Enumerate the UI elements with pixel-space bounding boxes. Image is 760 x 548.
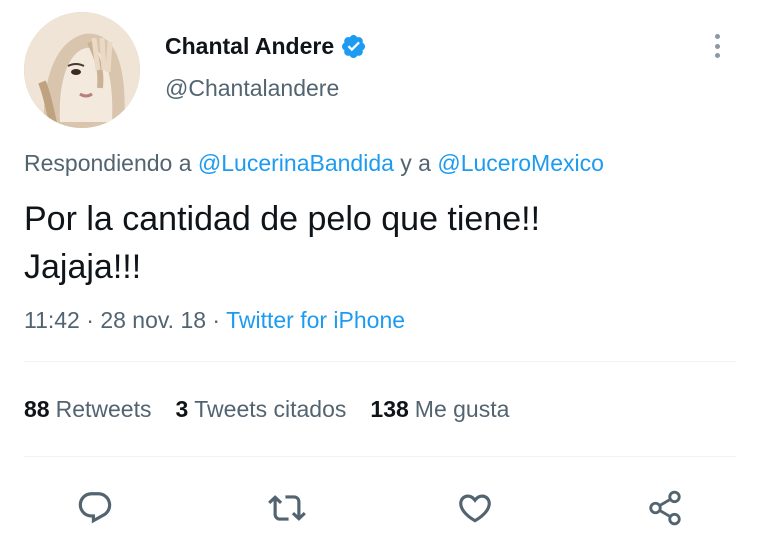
retweet-button[interactable]: [267, 488, 307, 528]
like-button[interactable]: [455, 488, 495, 528]
likes-count: 138: [370, 396, 409, 422]
meta-separator: ·: [212, 307, 221, 333]
user-handle[interactable]: @Chantalandere: [165, 75, 339, 102]
share-icon: [649, 490, 681, 526]
tweet-card: Chantal Andere @Chantalandere Respondien…: [0, 0, 760, 548]
likes-label: Me gusta: [414, 396, 510, 422]
quotes-count: 3: [175, 396, 189, 422]
engagement-stats: 88 Retweets 3 Tweets citados 138 Me gusta: [24, 396, 533, 423]
divider: [24, 361, 736, 362]
reply-button[interactable]: [75, 488, 115, 528]
verified-badge-icon: [340, 33, 367, 60]
tweet-metadata: 11:42 · 28 nov. 18 · Twitter for iPhone: [24, 307, 405, 334]
meta-separator: ·: [86, 307, 94, 333]
tweet-text-line-1: Por la cantidad de pelo que tiene!!: [24, 200, 541, 238]
tweet-text-line-2: Jajaja!!!: [24, 248, 142, 286]
replying-to-line: Respondiendo a @LucerinaBandida y a @Luc…: [24, 150, 604, 177]
retweets-count: 88: [24, 396, 50, 422]
likes-stat[interactable]: 138 Me gusta: [370, 396, 509, 423]
heart-icon: [459, 494, 491, 523]
replying-to-prefix: Respondiendo a: [24, 150, 192, 176]
more-options-icon[interactable]: [705, 30, 729, 62]
retweets-label: Retweets: [55, 396, 152, 422]
avatar[interactable]: [24, 12, 140, 128]
tweet-source-link[interactable]: Twitter for iPhone: [226, 307, 405, 333]
mention-link-2[interactable]: @LuceroMexico: [437, 150, 604, 176]
tweet-time[interactable]: 11:42: [24, 307, 80, 333]
display-name[interactable]: Chantal Andere: [165, 33, 367, 60]
share-button[interactable]: [645, 488, 685, 528]
quote-tweets-stat[interactable]: 3 Tweets citados: [175, 396, 346, 423]
replying-to-joiner: y a: [400, 150, 431, 176]
reply-icon: [78, 492, 112, 524]
tweet-date[interactable]: 28 nov. 18: [100, 307, 206, 333]
retweets-stat[interactable]: 88 Retweets: [24, 396, 151, 423]
mention-link-1[interactable]: @LucerinaBandida: [198, 150, 394, 176]
quotes-label: Tweets citados: [194, 396, 347, 422]
retweet-icon: [268, 495, 306, 521]
tweet-text: Por la cantidad de pelo que tiene!! Jaja…: [24, 195, 724, 291]
divider: [24, 456, 736, 457]
display-name-text[interactable]: Chantal Andere: [165, 33, 334, 60]
